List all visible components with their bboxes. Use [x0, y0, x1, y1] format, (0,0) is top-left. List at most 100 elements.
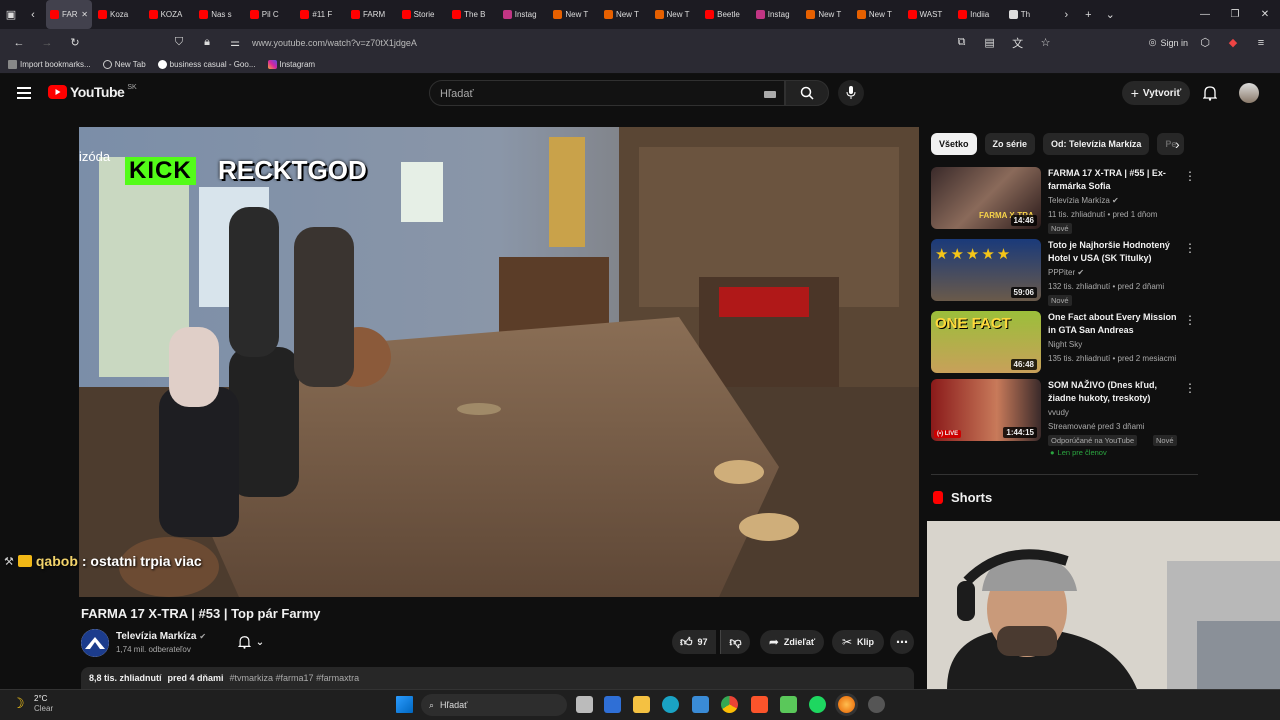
browser-tab[interactable]: WAST: [904, 0, 955, 29]
subscription-bell-button[interactable]: ⌄: [225, 630, 277, 654]
clip-button[interactable]: ✂ Klip: [832, 630, 884, 654]
forward-icon[interactable]: →: [36, 32, 58, 54]
close-tab-icon[interactable]: ✕: [81, 10, 88, 19]
edge-icon[interactable]: [662, 696, 679, 713]
shield-icon[interactable]: ⛉: [168, 32, 190, 54]
channel-avatar[interactable]: [81, 629, 109, 657]
task-view-icon[interactable]: [576, 696, 593, 713]
tab-scroll-left-icon[interactable]: ‹: [22, 4, 44, 26]
widgets-icon[interactable]: [604, 696, 621, 713]
notifications-bell-icon[interactable]: [1202, 85, 1218, 106]
close-window-icon[interactable]: ✕: [1250, 0, 1280, 29]
create-button[interactable]: + Vytvoriť: [1122, 81, 1190, 105]
more-vertical-icon[interactable]: ⋮: [1184, 381, 1196, 395]
tab-label: Instag: [514, 10, 537, 19]
browser-tab[interactable]: Instag: [499, 0, 550, 29]
browser-tab[interactable]: Storie: [398, 0, 449, 29]
dislike-button[interactable]: 👎︎: [720, 630, 750, 654]
bookmark-star-icon[interactable]: ☆: [1035, 32, 1057, 54]
video-description-box[interactable]: 8,8 tis. zhliadnutí pred 4 dňami #tvmark…: [81, 667, 914, 689]
windows-start-icon[interactable]: [396, 696, 413, 713]
browser-tab[interactable]: Koza: [94, 0, 145, 29]
sign-in-button[interactable]: ◎ Sign in: [1149, 37, 1188, 48]
more-actions-button[interactable]: ⋯: [890, 630, 914, 654]
chip-all[interactable]: Všetko: [931, 133, 977, 155]
browser-tab[interactable]: The B: [448, 0, 499, 29]
weather-widget[interactable]: 2°C Clear: [34, 694, 53, 714]
share-button[interactable]: ➦ Zdieľať: [760, 630, 824, 654]
maximize-icon[interactable]: ❐: [1220, 0, 1250, 29]
new-tab-icon[interactable]: +: [1077, 4, 1099, 26]
browser-tab[interactable]: New T: [802, 0, 853, 29]
spotify-icon[interactable]: [809, 696, 826, 713]
extensions-icon[interactable]: ⬡: [1194, 32, 1216, 54]
webcam-overlay: [927, 521, 1280, 689]
channel-name[interactable]: Televízia Markíza ✔: [116, 631, 206, 642]
browser-tab[interactable]: New T: [853, 0, 904, 29]
lock-icon[interactable]: 🔒︎: [196, 32, 218, 54]
bookmark-google[interactable]: business casual - Goo...: [157, 60, 256, 69]
browser-tab[interactable]: New T: [651, 0, 702, 29]
list-item[interactable]: ONE FACT 46:48 One Fact about Every Miss…: [931, 311, 1196, 377]
permissions-icon[interactable]: ⚌: [224, 32, 246, 54]
firefox-icon[interactable]: [838, 696, 855, 713]
like-button[interactable]: 👍︎ 97: [672, 630, 716, 654]
taskbar-search[interactable]: ⌕ Hľadať: [421, 694, 567, 716]
avatar[interactable]: [1239, 83, 1259, 103]
reload-icon[interactable]: ↻: [64, 32, 86, 54]
voice-search-button[interactable]: [838, 80, 864, 106]
video-player[interactable]: izóda KICK RECKTGOD: [79, 127, 919, 597]
chips-next-icon[interactable]: ›: [1175, 136, 1180, 152]
bookmark-new-tab[interactable]: New Tab: [102, 60, 146, 69]
browser-tab[interactable]: FARM: [347, 0, 398, 29]
tab-overflow-icon[interactable]: ⌄: [1099, 4, 1121, 26]
photos-icon[interactable]: [692, 696, 709, 713]
rec-meta: Streamované pred 3 dňami: [1048, 422, 1145, 431]
browser-tab[interactable]: Instag: [752, 0, 803, 29]
list-item[interactable]: FARMA X-TRA 14:46 FARMA 17 X-TRA | #55 |…: [931, 167, 1196, 234]
picture-in-picture-icon[interactable]: ⧉: [951, 32, 973, 54]
search-input[interactable]: Hľadať: [429, 80, 785, 106]
tab-list-icon[interactable]: ▣: [0, 4, 22, 26]
browser-tab[interactable]: Indiia: [954, 0, 1005, 29]
browser-tab[interactable]: Th: [1005, 0, 1056, 29]
chip-series[interactable]: Zo série: [984, 133, 1036, 155]
screenshot-icon[interactable]: ▤: [979, 32, 1001, 54]
browser-tab[interactable]: Beetle: [701, 0, 752, 29]
file-explorer-icon[interactable]: [633, 696, 650, 713]
keyboard-icon[interactable]: [764, 91, 776, 98]
tab-scroll-right-icon[interactable]: ›: [1055, 4, 1077, 26]
video-thumbnail: ONE FACT 46:48: [931, 311, 1041, 373]
obs-icon[interactable]: [868, 696, 885, 713]
youtube-logo[interactable]: YouTube SK: [48, 84, 137, 100]
more-vertical-icon[interactable]: ⋮: [1184, 169, 1196, 183]
menu-icon[interactable]: ≡: [1250, 32, 1272, 54]
chip-more[interactable]: Pe: [1157, 133, 1185, 155]
tab-label: Beetle: [717, 10, 740, 19]
browser-tab[interactable]: FAR ✕: [46, 0, 92, 29]
browser-tab[interactable]: KOZA: [145, 0, 196, 29]
list-item[interactable]: (•) LIVE 1:44:15 SOM NAŽIVO (Dnes kľud, …: [931, 379, 1196, 461]
browser-tab[interactable]: Nas s: [195, 0, 246, 29]
search-button[interactable]: [785, 80, 829, 106]
chrome-icon[interactable]: [721, 696, 738, 713]
browser-tab[interactable]: New T: [600, 0, 651, 29]
browser-tab[interactable]: Pil C: [246, 0, 297, 29]
more-vertical-icon[interactable]: ⋮: [1184, 313, 1196, 327]
list-item[interactable]: ★★★★★ 59:06 Toto je Najhoršie Hodnotený …: [931, 239, 1196, 306]
chip-channel[interactable]: Od: Televízia Markíza: [1043, 133, 1150, 155]
tab-label: Nas s: [211, 10, 232, 19]
back-icon[interactable]: ←: [8, 32, 30, 54]
brave-icon[interactable]: [751, 696, 768, 713]
more-vertical-icon[interactable]: ⋮: [1184, 241, 1196, 255]
minimize-icon[interactable]: —: [1190, 0, 1220, 29]
browser-tab[interactable]: New T: [549, 0, 600, 29]
translate-icon[interactable]: 文: [1007, 32, 1029, 54]
addon-icon[interactable]: ◆: [1222, 32, 1244, 54]
hamburger-menu-icon[interactable]: [17, 87, 31, 99]
bookmark-import[interactable]: Import bookmarks...: [8, 60, 91, 69]
url-bar[interactable]: www.youtube.com/watch?v=z70tX1jdgeA: [252, 38, 417, 48]
bookmark-instagram[interactable]: Instagram: [267, 60, 315, 69]
notepad-icon[interactable]: [780, 696, 797, 713]
browser-tab[interactable]: #11 F: [296, 0, 347, 29]
